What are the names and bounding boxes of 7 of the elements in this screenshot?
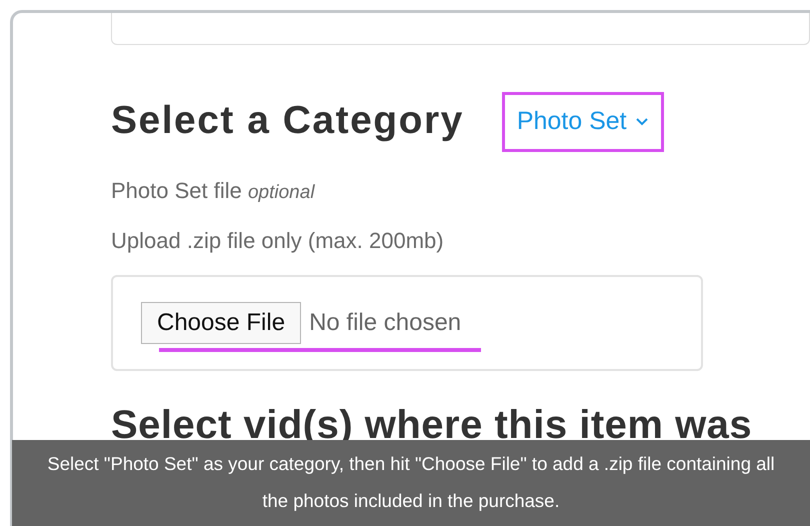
file-status: No file chosen	[309, 308, 462, 338]
section-heading: Select a Category	[111, 98, 464, 144]
upload-note: Upload .zip file only (max. 200mb)	[111, 227, 445, 255]
field-label: Photo Set file optional	[111, 176, 316, 204]
choose-file-button[interactable]: Choose File	[141, 302, 302, 344]
chevron-down-icon	[634, 117, 649, 126]
caption: Select "Photo Set" as your category, then hit "Choose File" to add a .zip file containing all the photos included in the purchase.	[12, 440, 810, 526]
